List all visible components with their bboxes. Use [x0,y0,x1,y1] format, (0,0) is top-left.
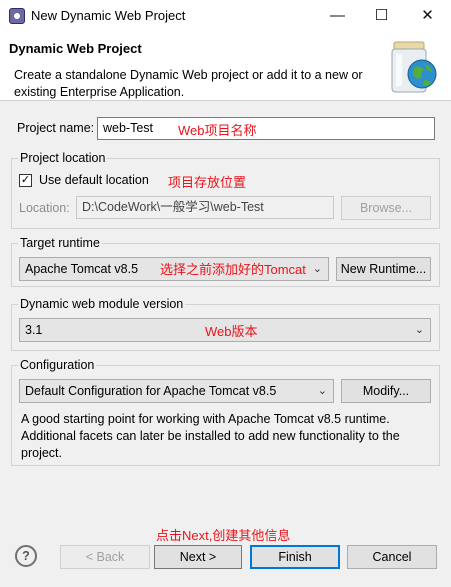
location-input[interactable]: D:\CodeWork\一般学习\web-Test [76,196,334,219]
chevron-down-icon: ⌄ [312,263,322,275]
web-project-jar-globe-icon [391,41,437,93]
banner-description: Create a standalone Dynamic Web project … [14,68,363,99]
module-version-group-label: Dynamic web module version [18,297,186,311]
next-annotation: 点击Next,创建其他信息 [156,528,291,543]
location-label: Location: [19,201,70,215]
project-location-group-label: Project location [18,151,108,165]
chevron-down-icon: ⌄ [414,324,424,336]
chevron-down-icon: ⌄ [317,385,327,397]
project-location-annotation: 项目存放位置 [168,175,247,190]
next-button[interactable]: Next > [154,545,242,569]
modify-button[interactable]: Modify... [341,379,431,403]
close-button[interactable]: ✕ [405,0,450,31]
configuration-description: A good starting point for working with A… [21,412,400,460]
project-name-input[interactable]: web-Test [97,117,435,140]
use-default-location-checkbox[interactable]: ✓ [19,174,32,187]
target-runtime-annotation: 选择之前添加好的Tomcat [160,262,306,277]
finish-button[interactable]: Finish [250,545,340,569]
configuration-group-label: Configuration [18,358,97,372]
project-name-annotation: Web项目名称 [178,123,257,138]
maximize-button[interactable]: ☐ [359,0,404,31]
help-icon[interactable]: ? [15,545,37,567]
project-name-label: Project name: [17,121,95,135]
browse-button[interactable]: Browse... [341,196,431,220]
cancel-button[interactable]: Cancel [347,545,437,569]
window-title: New Dynamic Web Project [31,8,186,23]
eclipse-app-icon [9,8,25,24]
use-default-location-label[interactable]: Use default location [39,173,149,187]
configuration-select[interactable]: Default Configuration for Apache Tomcat … [19,379,334,403]
minimize-button[interactable]: — [315,0,360,31]
new-runtime-button[interactable]: New Runtime... [336,257,431,281]
back-button[interactable]: < Back [60,545,150,569]
module-version-annotation: Web版本 [205,324,258,339]
target-runtime-group-label: Target runtime [18,236,102,250]
banner-title: Dynamic Web Project [9,41,142,56]
